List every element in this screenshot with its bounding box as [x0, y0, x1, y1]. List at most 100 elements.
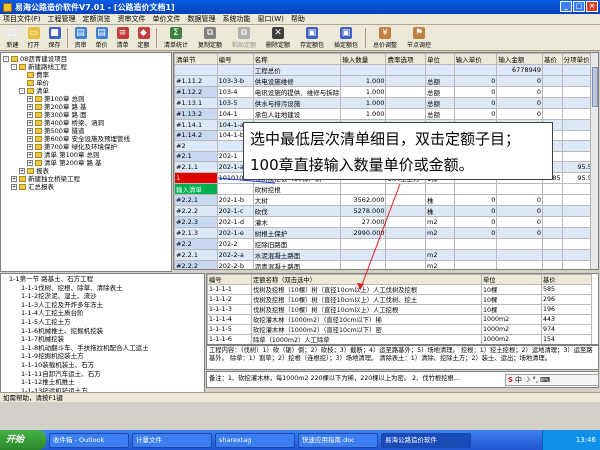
- grid-cell[interactable]: 0: [453, 97, 498, 109]
- grid-column-header[interactable]: 单位: [425, 53, 455, 65]
- tree-node[interactable]: - 清单: [3, 87, 169, 95]
- grid-cell[interactable]: 5278.000: [340, 204, 387, 217]
- taskbar-item[interactable]: 易海公路造价软件: [381, 432, 471, 448]
- grid-cell[interactable]: #1.11.2: [174, 75, 218, 87]
- taskbar-item[interactable]: 计量文件: [132, 432, 212, 448]
- grid-cell[interactable]: 沥青混凝土路面: [252, 259, 342, 269]
- grid-cell[interactable]: 0: [453, 86, 498, 98]
- quota-row[interactable]: 1-1-1-5 砍挖灌木林（1000m2）（直径10cm以下）密 1000m2 974: [207, 324, 592, 335]
- toolbar-button-6[interactable]: ◆ 定额: [133, 27, 154, 50]
- grid-cell[interactable]: [385, 259, 427, 269]
- grid-cell[interactable]: 0: [496, 226, 543, 239]
- quota-category-item[interactable]: 1-1-2挖淤泥、湿土、流沙: [3, 292, 202, 301]
- tree-node[interactable]: - 08沥青建设项目: [3, 55, 169, 63]
- quota-category-item[interactable]: 1-1-9挖掘机挖装土方: [3, 352, 202, 361]
- taskbar-item[interactable]: 收件箱 - Outlook: [49, 432, 129, 448]
- grid-cell[interactable]: [541, 86, 563, 98]
- grid-cell[interactable]: 6778949: [496, 64, 543, 76]
- tree-node[interactable]: + 第100章 总则: [3, 95, 169, 103]
- grid-cell[interactable]: 202-2-a: [216, 248, 254, 261]
- grid-cell[interactable]: [425, 182, 455, 195]
- quota-column-header[interactable]: 单位: [481, 274, 542, 285]
- grid-column-header[interactable]: 基价: [541, 53, 563, 65]
- grid-cell[interactable]: [453, 259, 498, 269]
- toolbar-button-12[interactable]: ▣ 插定额包: [329, 27, 363, 50]
- quota-cell[interactable]: 296: [541, 294, 592, 305]
- quota-cell[interactable]: 砍挖灌木林（1000m2）（直径10cm以下）密: [251, 324, 482, 335]
- grid-cell[interactable]: 104-1: [216, 108, 254, 120]
- quota-cell[interactable]: 伐树及挖根（10棵）树（直径10cm以上）人工挖根: [251, 304, 482, 315]
- grid-cell[interactable]: [453, 64, 498, 76]
- menu-item-0[interactable]: 项目文件(F): [3, 14, 41, 24]
- quota-row[interactable]: 1-1-1-4 砍挖灌木林（1000m2）（直径10cm以下）稀 1000m2 443: [207, 314, 592, 325]
- quota-cell[interactable]: 154: [541, 334, 592, 344]
- grid-cell[interactable]: [216, 182, 254, 195]
- quota-category-item[interactable]: 1-1-12推土机推土: [3, 378, 202, 387]
- tree-node[interactable]: + 第700章 绿化及环境保护: [3, 143, 169, 151]
- quota-cell[interactable]: 585: [541, 284, 592, 295]
- grid-cell[interactable]: #1.12.2: [174, 86, 218, 98]
- grid-cell[interactable]: [541, 215, 563, 228]
- quota-row[interactable]: 1-1-1-3 伐树及挖根（10棵）树（直径10cm以上）人工挖根 10棵 196: [207, 304, 592, 315]
- grid-cell[interactable]: 0: [496, 204, 543, 217]
- grid-cell[interactable]: 承包人驻地建设: [252, 108, 342, 120]
- grid-cell[interactable]: [453, 182, 498, 195]
- grid-cell[interactable]: [541, 259, 563, 269]
- grid-cell[interactable]: 0: [453, 226, 498, 239]
- grid-cell[interactable]: 0: [453, 75, 498, 87]
- grid-cell[interactable]: [385, 248, 427, 261]
- quota-cell[interactable]: 除草（1000m2）人工除草: [251, 334, 482, 344]
- grid-cell[interactable]: 灌木: [252, 215, 342, 228]
- tree-node[interactable]: + 第400章 桥梁、涵洞: [3, 119, 169, 127]
- grid-cell[interactable]: #1.13.1: [174, 97, 218, 109]
- grid-cell[interactable]: 总额: [425, 86, 455, 98]
- toolbar-button-5[interactable]: ≡ 清单: [112, 27, 133, 50]
- grid-cell[interactable]: #2.2.2: [174, 259, 218, 269]
- quota-cell[interactable]: 443: [541, 314, 592, 325]
- expand-toggle-icon[interactable]: +: [27, 96, 33, 102]
- grid-cell[interactable]: #2.2.1: [174, 248, 218, 261]
- grid-cell[interactable]: 0: [453, 193, 498, 206]
- menu-item-6[interactable]: 系统功能: [223, 14, 251, 24]
- menu-item-1[interactable]: 工程管理: [48, 14, 76, 24]
- tree-node[interactable]: + 清单 第100章 总则: [3, 151, 169, 159]
- minimize-button[interactable]: _: [560, 1, 572, 12]
- grid-cell[interactable]: 总额: [425, 108, 455, 120]
- grid-cell[interactable]: 0: [496, 75, 543, 87]
- quota-category-item[interactable]: 1-1-1伐树、挖根、除草、清除表土: [3, 284, 202, 293]
- quota-category-item[interactable]: 1-1第一节 路基土、石方工程: [3, 275, 202, 284]
- grid-cell[interactable]: 202-2-b: [216, 259, 254, 269]
- quota-cell[interactable]: 1-1-1-1: [207, 284, 252, 295]
- menu-item-3[interactable]: 资审文件: [118, 14, 146, 24]
- grid-cell[interactable]: [340, 237, 387, 250]
- toolbar-button-4[interactable]: ▤ 单价: [91, 27, 112, 50]
- grid-row[interactable]: #1.13.1 103-5 供水与排污设施 1.000 总额 0 0: [174, 97, 598, 109]
- tree-node[interactable]: 单价: [3, 79, 169, 87]
- grid-cell[interactable]: #2.1.3: [174, 226, 218, 239]
- grid-cell[interactable]: [496, 182, 543, 195]
- grid-cell[interactable]: #2.2.2: [174, 204, 218, 217]
- grid-cell[interactable]: 103-5: [216, 97, 254, 109]
- grid-cell[interactable]: 1.000: [340, 75, 387, 87]
- ime-toolbar[interactable]: S 中 ☽ °, ⌨: [505, 374, 599, 386]
- grid-cell[interactable]: [385, 86, 427, 98]
- expand-toggle-icon[interactable]: +: [11, 184, 17, 190]
- grid-cell[interactable]: 1.000: [340, 108, 387, 120]
- grid-cell[interactable]: [385, 193, 427, 206]
- grid-cell[interactable]: 0: [496, 215, 543, 228]
- grid-row[interactable]: #2.2.1 202-1-b 大树 3562.000 株 0 0: [174, 193, 598, 206]
- start-button[interactable]: 开始: [0, 430, 46, 450]
- grid-cell[interactable]: [340, 182, 387, 195]
- grid-cell[interactable]: 供水与排污设施: [252, 97, 342, 109]
- grid-column-header[interactable]: 输入单价: [453, 53, 498, 65]
- grid-cell[interactable]: [385, 182, 427, 195]
- quota-column-header[interactable]: 基价: [541, 274, 592, 285]
- grid-cell[interactable]: [385, 75, 427, 87]
- grid-cell[interactable]: [385, 64, 427, 76]
- toolbar-button-3[interactable]: ▤ 资审: [70, 27, 91, 50]
- grid-cell[interactable]: #2.1.1: [174, 161, 218, 173]
- expand-toggle-icon[interactable]: +: [27, 152, 33, 158]
- quota-cell[interactable]: 10棵: [481, 294, 542, 305]
- grid-cell[interactable]: [541, 64, 563, 76]
- toolbar-button-0[interactable]: □ 新建: [2, 27, 23, 50]
